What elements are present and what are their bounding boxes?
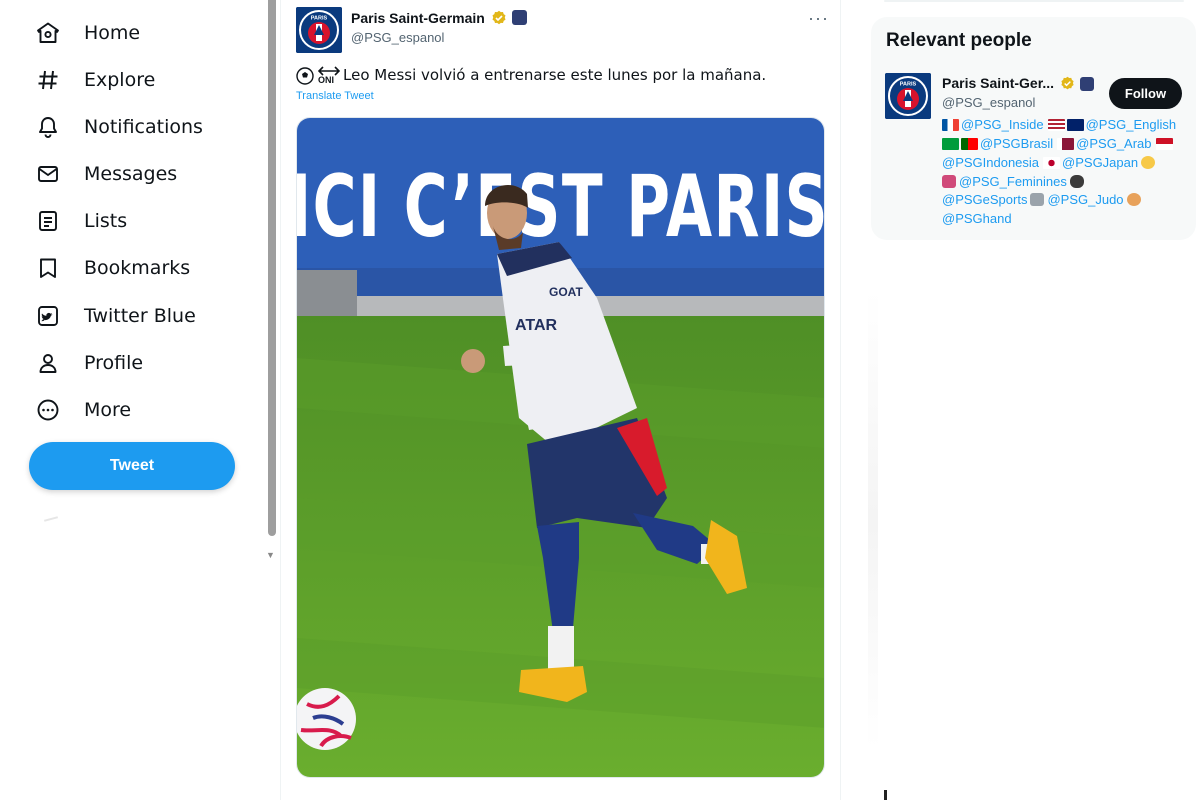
divider bbox=[43, 516, 59, 522]
bio-link[interactable]: @PSG_English bbox=[1086, 117, 1177, 132]
bookmark-icon bbox=[36, 256, 68, 280]
qatar-flag-icon bbox=[1057, 137, 1075, 150]
author-handle[interactable]: @PSG_espanol bbox=[351, 30, 444, 45]
nav-item-notifications[interactable]: Notifications bbox=[36, 107, 203, 147]
bell-icon bbox=[36, 115, 68, 139]
nav-item-twitter-blue[interactable]: Twitter Blue bbox=[36, 296, 196, 336]
relevant-people-title: Relevant people bbox=[886, 30, 1032, 51]
bio-link[interactable]: @PSG_Arab bbox=[1076, 136, 1151, 151]
nav-label: Profile bbox=[84, 352, 144, 374]
sidebar-nav: Home Explore Notifications Messages List… bbox=[0, 0, 270, 800]
list-icon bbox=[36, 209, 68, 233]
nav-item-explore[interactable]: Explore bbox=[36, 60, 155, 100]
author-avatar[interactable]: PARIS bbox=[296, 7, 342, 53]
author-name[interactable]: Paris Saint-Germain bbox=[351, 10, 485, 26]
bio-link[interactable]: @PSGIndonesia bbox=[942, 155, 1039, 170]
bio-link[interactable]: @PSG_Inside bbox=[961, 117, 1044, 132]
shirt-brand: GOAT bbox=[549, 285, 583, 299]
translate-tweet-link[interactable]: Translate Tweet bbox=[296, 90, 374, 102]
follow-button[interactable]: Follow bbox=[1109, 78, 1182, 109]
nav-label: More bbox=[84, 399, 132, 421]
relevant-person-name[interactable]: Paris Saint-Ger... bbox=[942, 75, 1054, 91]
nav-item-more[interactable]: More bbox=[36, 390, 131, 430]
female-sign-emoji-icon bbox=[942, 175, 956, 188]
tweet-button[interactable]: Tweet bbox=[29, 442, 235, 490]
nav-label: Notifications bbox=[84, 116, 203, 138]
affiliate-badge-icon bbox=[512, 10, 527, 25]
indonesia-flag-icon bbox=[1155, 137, 1173, 150]
bio-link[interactable]: @PSGeSports bbox=[942, 192, 1027, 207]
oni-emoji-icon: ONI bbox=[318, 66, 340, 85]
nav-label: Twitter Blue bbox=[84, 305, 196, 327]
tweet-photo[interactable]: ICI C’EST PARIS ATAR GOAT bbox=[296, 117, 825, 778]
bio-link[interactable]: @PSGBrasil bbox=[980, 136, 1053, 151]
shirt-sponsor: ATAR bbox=[515, 317, 558, 334]
france-flag-icon bbox=[942, 118, 959, 131]
bio-link[interactable]: @PSGJapan bbox=[1062, 155, 1138, 170]
handball-emoji-icon bbox=[1126, 193, 1141, 206]
judo-emoji-icon bbox=[1030, 193, 1045, 206]
nav-item-home[interactable]: Home bbox=[36, 13, 140, 53]
nav-item-lists[interactable]: Lists bbox=[36, 201, 127, 241]
bio-line: @PSGeSports @PSG_Judo bbox=[942, 192, 1144, 207]
twitter-blue-icon bbox=[36, 304, 68, 328]
tweet-text: Leo Messi volvió a entrenarse este lunes… bbox=[343, 66, 767, 84]
training-photo-illustration: ICI C’EST PARIS ATAR GOAT bbox=[297, 118, 825, 777]
verified-badge-icon bbox=[491, 10, 507, 31]
uk-flag-icon bbox=[1066, 118, 1084, 131]
affiliate-badge-icon bbox=[1080, 77, 1094, 91]
avatar-text: PARIS bbox=[900, 82, 917, 88]
bio-line: @PSGIndonesia @PSGJapan bbox=[942, 155, 1158, 170]
bio-line: @PSGBrasil @PSG_Arab bbox=[942, 136, 1175, 151]
brazil-flag-icon bbox=[942, 137, 959, 150]
soccer-ball-icon bbox=[296, 67, 314, 90]
nav-label: Messages bbox=[84, 163, 178, 185]
usa-flag-icon bbox=[1047, 118, 1065, 131]
nav-item-bookmarks[interactable]: Bookmarks bbox=[36, 248, 190, 288]
bio-line: @PSG_Feminines bbox=[942, 174, 1087, 189]
bio-link[interactable]: @PSG_Judo bbox=[1047, 192, 1123, 207]
hashtag-icon bbox=[36, 68, 68, 92]
home-icon bbox=[36, 21, 68, 45]
banner-text: ICI C’EST PARIS bbox=[297, 157, 825, 257]
nav-item-messages[interactable]: Messages bbox=[36, 154, 177, 194]
nav-label: Home bbox=[84, 22, 141, 44]
envelope-icon bbox=[36, 162, 68, 186]
bio-line: @PSGhand bbox=[942, 211, 1012, 226]
relevant-person-avatar[interactable]: PARIS bbox=[885, 73, 931, 119]
scrollbar-thumb[interactable] bbox=[268, 0, 276, 536]
gamepad-emoji-icon bbox=[1069, 175, 1084, 188]
face-emoji-icon bbox=[1141, 156, 1156, 169]
search-box-edge bbox=[884, 0, 1184, 2]
portugal-flag-icon bbox=[961, 137, 978, 150]
nav-label: Explore bbox=[84, 69, 156, 91]
bio-line: @PSG_Inside @PSG_English bbox=[942, 117, 1176, 132]
person-icon bbox=[36, 351, 68, 375]
verified-badge-icon bbox=[1060, 76, 1075, 96]
scroll-down-arrow-icon[interactable]: ▼ bbox=[266, 550, 275, 560]
more-circle-icon bbox=[36, 398, 68, 422]
nav-item-profile[interactable]: Profile bbox=[36, 343, 143, 383]
bio-link[interactable]: @PSGhand bbox=[942, 211, 1012, 226]
right-column-shadow bbox=[868, 290, 878, 750]
more-options-button[interactable]: ··· bbox=[808, 8, 829, 29]
nav-label: Bookmarks bbox=[84, 257, 191, 279]
japan-flag-icon bbox=[1043, 156, 1061, 169]
avatar-text: PARIS bbox=[311, 16, 328, 22]
relevant-person-handle[interactable]: @PSG_espanol bbox=[942, 95, 1035, 110]
bio-link[interactable]: @PSG_Feminines bbox=[959, 174, 1067, 189]
nav-label: Lists bbox=[84, 210, 128, 232]
cropped-mark bbox=[884, 790, 887, 800]
